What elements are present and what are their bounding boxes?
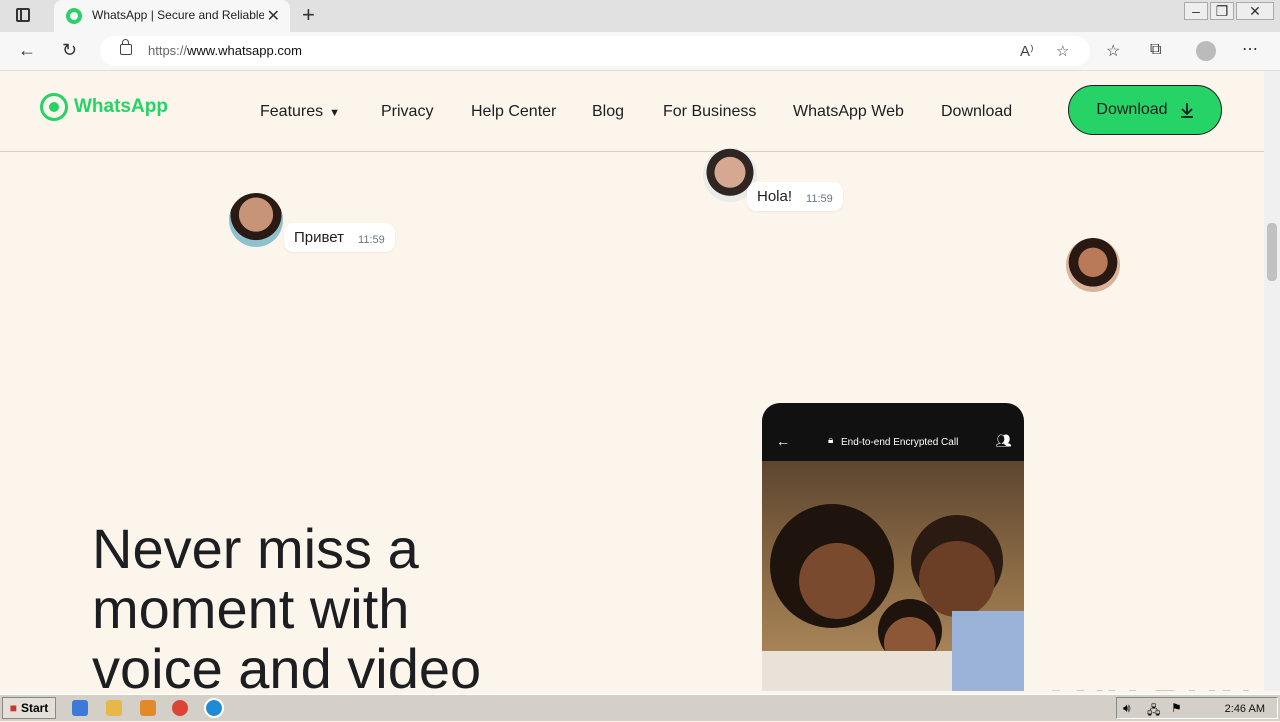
volume-icon[interactable]: 🔊︎ bbox=[1123, 701, 1131, 716]
page-scrollbar[interactable] bbox=[1264, 71, 1280, 691]
bubble-text: Hola! bbox=[757, 188, 793, 205]
call-header-text: End-to-end Encrypted Call bbox=[841, 437, 959, 448]
site-header: WhatsApp Features ▼ Privacy Help Center B… bbox=[0, 71, 1264, 152]
add-favorite-icon[interactable]: ☆ bbox=[1056, 42, 1069, 60]
chrome-icon[interactable] bbox=[172, 700, 188, 716]
lock-icon[interactable] bbox=[120, 39, 132, 55]
internet-explorer-icon[interactable] bbox=[72, 700, 88, 716]
clock[interactable]: 2:46 AM bbox=[1225, 703, 1265, 715]
bubble-time: 11:59 bbox=[358, 234, 385, 246]
back-button[interactable]: ← bbox=[18, 40, 36, 61]
more-menu-icon[interactable]: ⋯ bbox=[1242, 39, 1258, 59]
start-button[interactable]: ■ Start bbox=[2, 697, 56, 719]
web-page: WhatsApp Features ▼ Privacy Help Center B… bbox=[0, 71, 1264, 691]
taskbar: ■ Start 🔊︎ 🖧 ⚑ 2:46 AM bbox=[0, 694, 1280, 721]
browser-toolbar: ← ↻ https://www.whatsapp.com A⁾ ☆ ☆ ⧉ ⋯ bbox=[0, 32, 1280, 71]
tab-title: WhatsApp | Secure and Reliable bbox=[92, 8, 264, 22]
profile-avatar[interactable] bbox=[1196, 41, 1216, 61]
chat-bubble-privet: Привет 11:59 bbox=[284, 223, 395, 252]
windows-logo-icon: ■ bbox=[9, 701, 17, 715]
url-text[interactable]: https://www.whatsapp.com bbox=[148, 43, 302, 58]
whatsapp-logo[interactable]: WhatsApp bbox=[40, 93, 168, 121]
hero-title: Never miss a moment with voice and video bbox=[92, 517, 572, 692]
chat-bubble-hola: Hola! 11:59 bbox=[747, 182, 843, 211]
download-button-label: Download bbox=[1096, 101, 1168, 118]
nav-download[interactable]: Download bbox=[941, 103, 1012, 121]
whatsapp-logo-icon bbox=[40, 93, 68, 121]
start-label: Start bbox=[20, 701, 49, 715]
window-menu-icon[interactable] bbox=[16, 8, 30, 22]
nav-features-label: Features bbox=[260, 103, 324, 120]
video-call-photo bbox=[762, 461, 1024, 691]
folder-icon[interactable] bbox=[106, 700, 122, 716]
collections-icon[interactable]: ⧉ bbox=[1150, 41, 1161, 59]
participants-icon: 👥︎ bbox=[995, 433, 1012, 448]
nav-help-center[interactable]: Help Center bbox=[471, 103, 556, 121]
restore-button[interactable]: ❐ bbox=[1210, 2, 1234, 20]
whatsapp-favicon-icon bbox=[66, 8, 82, 24]
arrow-left-icon: ← bbox=[776, 433, 790, 449]
new-tab-button[interactable]: + bbox=[302, 2, 315, 28]
address-bar[interactable]: https://www.whatsapp.com A⁾ ☆ bbox=[100, 36, 1090, 66]
nav-blog[interactable]: Blog bbox=[592, 103, 624, 121]
family-illustration bbox=[762, 504, 1024, 691]
minimize-button[interactable]: – bbox=[1184, 2, 1208, 20]
tab-close-icon[interactable]: ✕ bbox=[267, 6, 280, 26]
bubble-text: Привет bbox=[294, 229, 345, 246]
flag-icon[interactable]: ⚑ bbox=[1171, 701, 1182, 715]
tab-strip: WhatsApp | Secure and Reliable ✕ + – ❐ ✕ bbox=[0, 0, 1280, 32]
url-scheme: https:// bbox=[148, 43, 188, 58]
download-button[interactable]: Download bbox=[1068, 85, 1222, 135]
read-aloud-icon[interactable]: A⁾ bbox=[1020, 42, 1034, 60]
hero-title-line2: moment with bbox=[92, 577, 410, 640]
edge-icon[interactable] bbox=[204, 698, 224, 718]
chevron-down-icon: ▼ bbox=[329, 107, 341, 119]
nav-whatsapp-web[interactable]: WhatsApp Web bbox=[793, 103, 904, 121]
scrollbar-thumb[interactable] bbox=[1267, 223, 1277, 281]
bubble-time: 11:59 bbox=[806, 193, 833, 205]
hero-title-line1: Never miss a bbox=[92, 517, 419, 580]
avatar-girl bbox=[229, 193, 283, 247]
network-icon[interactable]: 🖧 bbox=[1147, 701, 1160, 722]
call-header: ← 🔒︎ End-to-end Encrypted Call 👥︎ bbox=[762, 425, 1024, 461]
close-window-button[interactable]: ✕ bbox=[1236, 2, 1274, 20]
media-player-icon[interactable] bbox=[140, 700, 156, 716]
phone-mockup: ← 🔒︎ End-to-end Encrypted Call 👥︎ bbox=[762, 403, 1024, 691]
nav-privacy[interactable]: Privacy bbox=[381, 103, 433, 121]
avatar-woman bbox=[1066, 238, 1120, 292]
nav-features[interactable]: Features ▼ bbox=[260, 103, 340, 121]
lock-small-icon: 🔒︎ bbox=[828, 435, 834, 446]
browser-tab[interactable]: WhatsApp | Secure and Reliable ✕ bbox=[54, 0, 290, 32]
hero-title-line3: voice and video bbox=[92, 637, 482, 692]
system-tray: 🔊︎ 🖧 ⚑ 2:46 AM bbox=[1116, 697, 1278, 719]
anyrun-watermark: ANY RUN bbox=[1040, 681, 1254, 691]
favorites-icon[interactable]: ☆ bbox=[1106, 41, 1120, 61]
nav-for-business[interactable]: For Business bbox=[663, 103, 756, 121]
logo-text: WhatsApp bbox=[74, 96, 168, 117]
download-icon bbox=[1180, 103, 1193, 118]
url-host: www.whatsapp.com bbox=[187, 43, 302, 58]
refresh-button[interactable]: ↻ bbox=[62, 40, 77, 61]
